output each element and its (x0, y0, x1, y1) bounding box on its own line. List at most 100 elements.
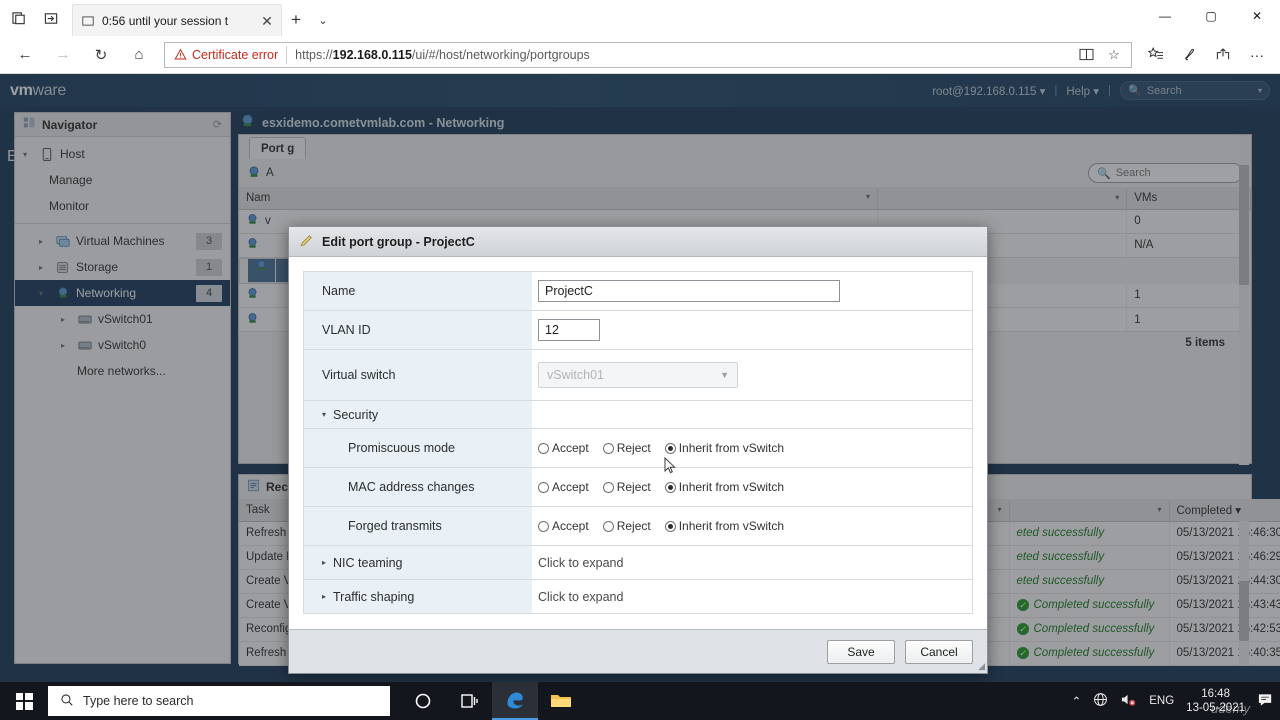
resize-grip[interactable]: ◢ (978, 661, 985, 672)
radio-option[interactable]: Accept (538, 441, 589, 455)
address-bar[interactable]: Certificate error https://192.168.0.115/… (164, 41, 1132, 68)
forward-icon[interactable]: → (46, 40, 80, 70)
radio-button[interactable] (538, 481, 549, 493)
radio-button[interactable] (664, 520, 676, 532)
radio-option[interactable]: Inherit from vSwitch (664, 441, 784, 455)
section-row-security[interactable]: ▾ Security (304, 401, 972, 429)
radio-option[interactable]: Inherit from vSwitch (664, 480, 784, 494)
section-row-traffic-shaping[interactable]: ▸ Traffic shaping Click to expand (304, 580, 972, 614)
minimize-button[interactable]: — (1142, 0, 1188, 32)
certificate-error-badge[interactable]: Certificate error (165, 48, 286, 62)
radio-label: Accept (552, 480, 589, 494)
security-row-label: Forged transmits (304, 507, 532, 545)
radio-option[interactable]: Reject (602, 519, 651, 533)
radio-label: Accept (552, 519, 589, 533)
radio-button[interactable] (664, 442, 676, 454)
edit-port-group-dialog: Edit port group - ProjectC Name ProjectC… (288, 226, 988, 674)
vlan-value-cell: 12 (532, 311, 972, 349)
notes-pen-icon[interactable] (1174, 40, 1204, 70)
vlan-input[interactable]: 12 (538, 319, 600, 341)
security-rows: Promiscuous mode Accept Reject Inherit from… (304, 429, 972, 546)
dialog-body: Name ProjectC VLAN ID 12 Virtual switch (289, 257, 987, 631)
edge-icon[interactable] (492, 682, 538, 720)
section-value[interactable]: Click to expand (532, 580, 972, 613)
section-row-nic-teaming[interactable]: ▸ NIC teaming Click to expand (304, 546, 972, 580)
radio-button[interactable] (538, 520, 549, 532)
mouse-cursor (664, 457, 676, 474)
browser-tab[interactable]: 0:56 until your session t ✕ (72, 4, 282, 36)
twisty-collapsed-icon[interactable]: ▸ (322, 558, 326, 567)
radio-label: Reject (616, 480, 651, 494)
file-explorer-icon[interactable] (538, 682, 584, 720)
close-icon[interactable]: ✕ (259, 14, 275, 28)
url-text: https://192.168.0.115/ui/#/host/networki… (287, 48, 598, 62)
volume-muted-icon[interactable] (1120, 692, 1137, 710)
field-row-name: Name ProjectC (304, 272, 972, 311)
language-indicator[interactable]: ENG (1149, 695, 1174, 707)
radio-button[interactable] (602, 481, 614, 493)
section-label: Traffic shaping (333, 589, 415, 604)
tab-bar-left-icons (0, 0, 62, 36)
network-icon[interactable] (1093, 692, 1108, 710)
windows-taskbar: Type here to search ⌃ ENG 16:48 13-05-20… (0, 682, 1280, 720)
security-section-header[interactable]: ▾ Security (304, 401, 532, 428)
maximize-button[interactable]: ▢ (1188, 0, 1234, 32)
browser-tab-title: 0:56 until your session t (102, 13, 229, 28)
home-icon[interactable]: ⌂ (122, 40, 156, 70)
section-header[interactable]: ▸ NIC teaming (304, 546, 532, 579)
chevron-down-icon[interactable]: ⌄ (310, 4, 336, 36)
section-value[interactable]: Click to expand (532, 546, 972, 579)
warning-triangle-icon (174, 48, 187, 60)
name-input[interactable]: ProjectC (538, 280, 840, 302)
new-tab-button[interactable]: + (282, 4, 310, 36)
more-options-icon[interactable]: ··· (1242, 40, 1272, 70)
radio-button[interactable] (602, 442, 614, 454)
security-row-forged-transmits: Forged transmits Accept Reject Inherit from… (304, 507, 972, 546)
twisty-expanded-icon[interactable]: ▾ (322, 410, 326, 419)
refresh-icon[interactable]: ↻ (84, 40, 118, 70)
save-button[interactable]: Save (827, 639, 895, 664)
security-row-promiscuous-mode: Promiscuous mode Accept Reject Inherit from… (304, 429, 972, 468)
start-button[interactable] (0, 682, 48, 720)
radio-option[interactable]: Reject (602, 441, 651, 455)
click-to-expand-label[interactable]: Click to expand (538, 556, 623, 570)
vswitch-value-cell: vSwitch01 ▼ (532, 350, 972, 400)
vswitch-selected-value: vSwitch01 (547, 368, 604, 382)
click-to-expand-label[interactable]: Click to expand (538, 590, 623, 604)
radio-button[interactable] (602, 520, 614, 532)
cortana-icon[interactable] (400, 682, 446, 720)
back-icon[interactable]: ← (8, 40, 42, 70)
edit-pencil-icon (299, 233, 314, 251)
radio-option[interactable]: Accept (538, 480, 589, 494)
security-row-options: Accept Reject Inherit from vSwitch (532, 429, 972, 467)
twisty-collapsed-icon[interactable]: ▸ (322, 592, 326, 601)
url-host: 192.168.0.115 (332, 47, 412, 62)
radio-option[interactable]: Reject (602, 480, 651, 494)
task-view-icon[interactable] (446, 682, 492, 720)
cancel-button[interactable]: Cancel (905, 639, 973, 664)
security-row-mac-address-changes: MAC address changes Accept Reject Inherit f… (304, 468, 972, 507)
taskbar-apps (400, 682, 584, 720)
section-label: NIC teaming (333, 555, 403, 570)
action-center-icon[interactable] (1257, 692, 1274, 711)
security-row-options: Accept Reject Inherit from vSwitch (532, 507, 972, 545)
close-window-button[interactable]: ✕ (1234, 0, 1280, 32)
taskbar-search-input[interactable]: Type here to search (48, 686, 390, 716)
radio-button[interactable] (664, 481, 676, 493)
field-row-vlan: VLAN ID 12 (304, 311, 972, 350)
radio-button[interactable] (538, 442, 549, 454)
radio-option[interactable]: Accept (538, 519, 589, 533)
share-icon[interactable] (1208, 40, 1238, 70)
radio-label: Inherit from vSwitch (678, 519, 785, 533)
favorite-star-icon[interactable]: ☆ (1101, 43, 1127, 67)
tabs-you-set-aside-icon[interactable] (40, 7, 62, 29)
dialog-title-bar: Edit port group - ProjectC (289, 227, 987, 257)
set-tabs-aside-icon[interactable] (8, 7, 30, 29)
radio-option[interactable]: Inherit from vSwitch (664, 519, 785, 533)
show-hidden-icons-chevron[interactable]: ⌃ (1072, 694, 1082, 708)
section-header[interactable]: ▸ Traffic shaping (304, 580, 532, 613)
reading-view-icon[interactable] (1073, 43, 1099, 67)
vswitch-select[interactable]: vSwitch01 ▼ (538, 362, 738, 388)
taskbar-search-placeholder: Type here to search (83, 694, 194, 708)
favorites-icon[interactable] (1140, 40, 1170, 70)
